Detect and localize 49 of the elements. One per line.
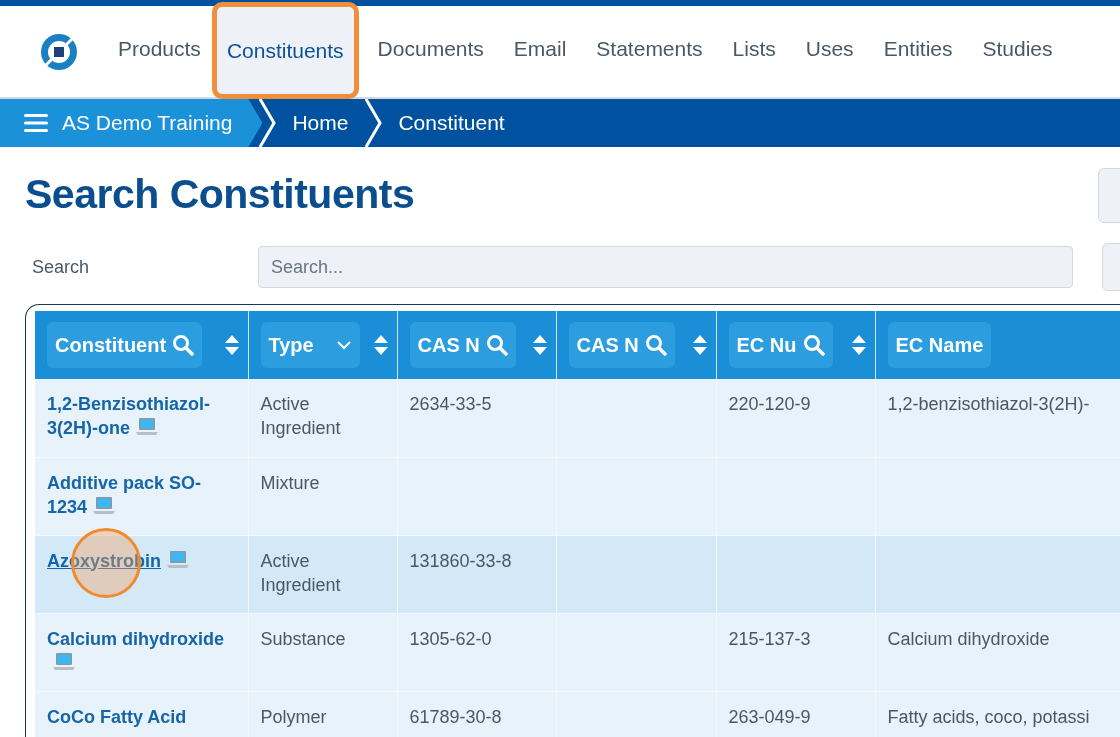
breadcrumb-link[interactable]: Constituent <box>382 99 521 147</box>
column-filter[interactable]: Type <box>260 322 360 368</box>
search-icon[interactable] <box>172 334 195 356</box>
sort-icon[interactable] <box>691 334 708 356</box>
search-icon[interactable] <box>485 334 508 356</box>
name-text: 1,2-benzisothiazol-3(2H)- <box>887 394 1090 414</box>
table-cell-text: Mixture <box>260 472 320 493</box>
table-cell-text: 215-137-3 <box>728 628 811 649</box>
nav-tab[interactable]: Statements <box>581 0 718 97</box>
table-cell-text: 131860-33-8 <box>409 550 512 571</box>
nav-tab[interactable]: Constituents <box>211 2 359 99</box>
search-icon[interactable] <box>802 334 825 356</box>
search-label: Search <box>32 255 91 279</box>
search-field[interactable]: Search... <box>258 246 1073 288</box>
column-filter[interactable]: EC Name <box>887 322 992 368</box>
sort-icon[interactable] <box>850 334 867 356</box>
sort-icon[interactable] <box>223 334 240 356</box>
logo-icon[interactable] <box>40 32 78 71</box>
sort-icon[interactable] <box>531 334 548 356</box>
table-cell-text: 1305-62-0 <box>409 628 492 649</box>
table-cell-text: 220-120-9 <box>728 394 811 414</box>
table-cell-text: Active Ingredient <box>260 550 341 595</box>
table-cell-text: Substance <box>260 628 346 649</box>
sort-icon[interactable] <box>372 334 389 356</box>
nav-tab[interactable]: Studies <box>967 0 1068 97</box>
table-cell-text: 263-049-9 <box>728 706 811 727</box>
nav-tab[interactable]: Entities <box>868 0 968 97</box>
chevron-down-icon[interactable] <box>335 340 352 350</box>
name-text: Fatty acids, coco, potassi <box>887 706 1090 727</box>
menu-breadcrumb[interactable]: AS Demo Training <box>0 99 263 147</box>
nav-tab[interactable]: Documents <box>362 0 499 97</box>
column-filter[interactable]: Constituent <box>47 322 203 368</box>
chevron-separator <box>364 99 383 147</box>
table-cell-text: Active Ingredient <box>260 394 341 438</box>
nav-tab[interactable]: Uses <box>790 0 869 97</box>
column-filter[interactable]: EC Nu <box>728 322 833 368</box>
breadcrumb-link[interactable]: Home <box>276 99 365 147</box>
nav-tab[interactable]: Email <box>498 0 582 97</box>
column-filter[interactable]: CAS N <box>409 322 516 368</box>
search-icon[interactable] <box>644 334 667 356</box>
table-cell-text: Polymer <box>260 706 327 727</box>
menu-icon[interactable] <box>24 113 48 133</box>
table-cell-text: 2634-33-5 <box>409 394 492 414</box>
name-text: Calcium dihydroxide <box>887 628 1050 649</box>
column-filter[interactable]: CAS N <box>568 322 675 368</box>
table-cell-text: 61789-30-8 <box>409 706 502 727</box>
chevron-separator <box>258 99 277 147</box>
nav-tab[interactable]: Lists <box>717 0 791 97</box>
page-title: Search Constituents <box>25 171 415 218</box>
